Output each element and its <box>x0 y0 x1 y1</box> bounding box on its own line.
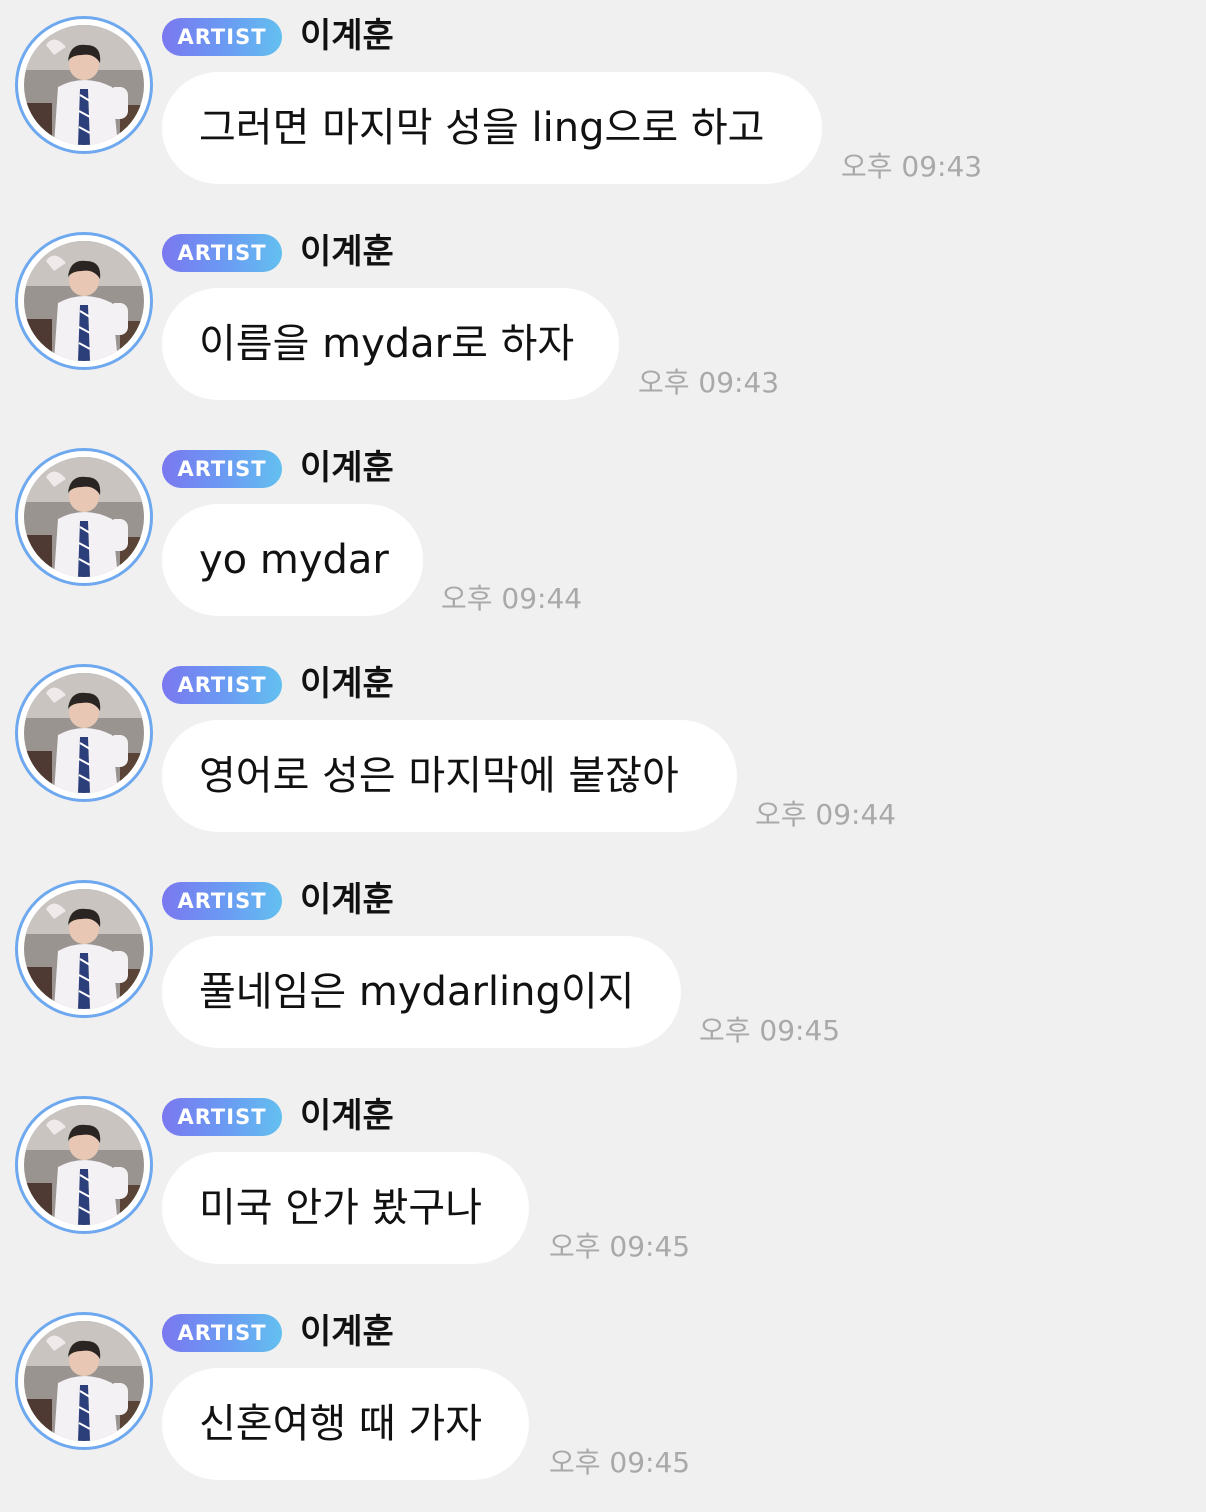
avatar[interactable] <box>15 664 153 802</box>
message-time: 오후 09:45 <box>699 1014 841 1047</box>
profile-photo-icon <box>24 1321 144 1441</box>
sender-name[interactable]: 이계훈 <box>300 662 394 706</box>
profile-photo-icon <box>24 457 144 577</box>
artist-badge: ARTIST <box>162 1098 282 1136</box>
message-time: 오후 09:43 <box>638 366 780 399</box>
sender-name[interactable]: 이계훈 <box>300 1094 394 1138</box>
avatar[interactable] <box>15 1312 153 1450</box>
chat-message: ARTIST 이계훈 그러면 마지막 성을 ling으로 하고 오후 09:43 <box>0 0 1206 216</box>
profile-photo-icon <box>24 25 144 145</box>
artist-badge: ARTIST <box>162 234 282 272</box>
profile-photo <box>24 241 144 361</box>
artist-badge: ARTIST <box>162 882 282 920</box>
profile-photo <box>24 25 144 145</box>
message-bubble[interactable]: yo mydar <box>162 504 423 616</box>
profile-photo-icon <box>24 241 144 361</box>
profile-photo-icon <box>24 673 144 793</box>
artist-badge: ARTIST <box>162 666 282 704</box>
avatar[interactable] <box>15 232 153 370</box>
profile-photo <box>24 457 144 577</box>
profile-photo-icon <box>24 1105 144 1225</box>
message-time: 오후 09:44 <box>441 582 583 615</box>
artist-badge: ARTIST <box>162 18 282 56</box>
chat-message: ARTIST 이계훈 영어로 성은 마지막에 붙잖아 오후 09:44 <box>0 648 1206 864</box>
profile-photo <box>24 1321 144 1441</box>
message-bubble[interactable]: 이름을 mydar로 하자 <box>162 288 619 400</box>
avatar[interactable] <box>15 880 153 1018</box>
profile-photo <box>24 673 144 793</box>
chat-message: ARTIST 이계훈 이름을 mydar로 하자 오후 09:43 <box>0 216 1206 432</box>
avatar[interactable] <box>15 1096 153 1234</box>
chat-message: ARTIST 이계훈 미국 안가 봤구나 오후 09:45 <box>0 1080 1206 1296</box>
chat-message: ARTIST 이계훈 풀네임은 mydarling이지 오후 09:45 <box>0 864 1206 1080</box>
sender-name[interactable]: 이계훈 <box>300 230 394 274</box>
message-bubble[interactable]: 풀네임은 mydarling이지 <box>162 936 681 1048</box>
sender-name[interactable]: 이계훈 <box>300 878 394 922</box>
avatar[interactable] <box>15 16 153 154</box>
message-time: 오후 09:45 <box>549 1230 691 1263</box>
message-time: 오후 09:44 <box>755 798 897 831</box>
artist-badge: ARTIST <box>162 1314 282 1352</box>
sender-name[interactable]: 이계훈 <box>300 446 394 490</box>
message-bubble[interactable]: 미국 안가 봤구나 <box>162 1152 529 1264</box>
message-time: 오후 09:45 <box>549 1446 691 1479</box>
chat-message: ARTIST 이계훈 yo mydar 오후 09:44 <box>0 432 1206 648</box>
message-bubble[interactable]: 영어로 성은 마지막에 붙잖아 <box>162 720 737 832</box>
profile-photo <box>24 1105 144 1225</box>
message-bubble[interactable]: 신혼여행 때 가자 <box>162 1368 529 1480</box>
profile-photo <box>24 889 144 1009</box>
sender-name[interactable]: 이계훈 <box>300 1310 394 1354</box>
sender-name[interactable]: 이계훈 <box>300 14 394 58</box>
artist-badge: ARTIST <box>162 450 282 488</box>
chat-message: ARTIST 이계훈 신혼여행 때 가자 오후 09:45 <box>0 1296 1206 1512</box>
message-time: 오후 09:43 <box>841 150 983 183</box>
message-bubble[interactable]: 그러면 마지막 성을 ling으로 하고 <box>162 72 822 184</box>
avatar[interactable] <box>15 448 153 586</box>
profile-photo-icon <box>24 889 144 1009</box>
